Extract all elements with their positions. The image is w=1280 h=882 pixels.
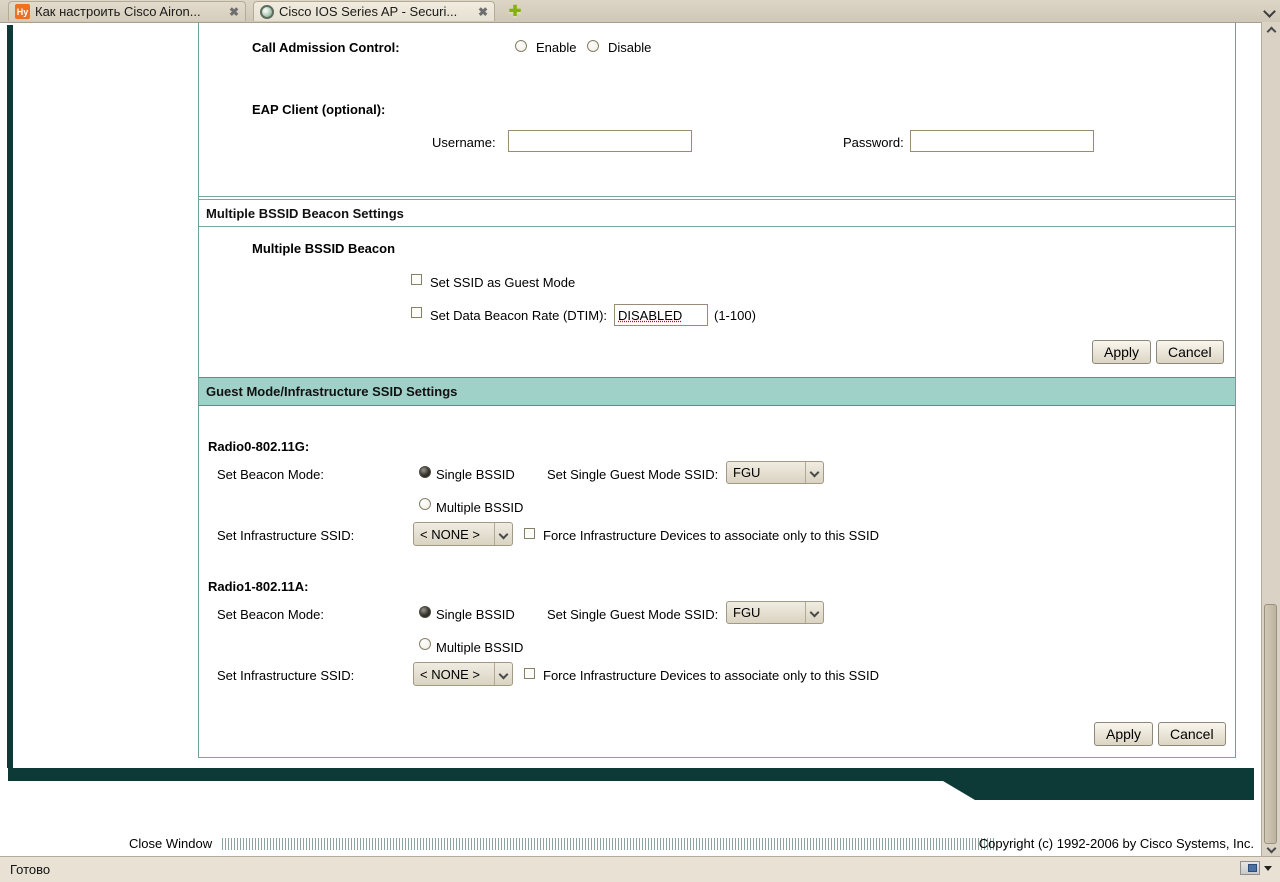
chevron-up-icon [1266,26,1276,37]
tab-overflow-button[interactable] [1260,3,1278,19]
dtim-range-hint: (1-100) [714,308,756,323]
infrastructure-ssid-select[interactable]: < NONE > [413,662,513,686]
vertical-scrollbar[interactable] [1261,22,1280,856]
guest-ssid-label: Set Single Guest Mode SSID: [547,467,719,482]
panel-border-bottom [198,757,1236,758]
password-label: Password: [843,135,904,150]
scrollbar-thumb[interactable] [1264,604,1277,844]
multiple-bssid-label: Multiple BSSID [436,500,524,515]
apply-button[interactable]: Apply [1094,722,1154,746]
guest-mode-checkbox[interactable] [411,274,422,285]
tab-cisco-active[interactable]: Cisco IOS Series AP - Securi... ✖ [253,1,495,21]
enable-label: Enable [536,40,577,55]
cisco-favicon-icon [260,4,274,19]
guest-ssid-label: Set Single Guest Mode SSID: [547,607,719,622]
cancel-button[interactable]: Cancel [1156,340,1224,364]
single-bssid-label: Single BSSID [436,467,515,482]
multiple-bssid-radio[interactable] [419,498,431,510]
force-infrastructure-checkbox[interactable] [524,528,535,539]
close-window-link[interactable]: Close Window [129,836,212,851]
cisco-footer-accent-bar [8,768,1254,800]
eap-client-label: EAP Client (optional): [252,102,386,117]
panel-border-right [1235,22,1236,758]
guest-mode-section-header: Guest Mode/Infrastructure SSID Settings [199,377,1235,406]
guest-mode-checkbox-label: Set SSID as Guest Mode [430,275,576,290]
section-title: Guest Mode/Infrastructure SSID Settings [206,384,458,399]
status-bar: Готово [0,856,1280,882]
tab-title: Как настроить Cisco Airon... [35,4,201,19]
disable-radio[interactable] [587,40,599,52]
status-text: Готово [10,862,51,877]
dtim-rate-field[interactable] [614,304,708,326]
password-field[interactable] [910,130,1094,152]
image-placeholder-icon[interactable] [1240,861,1260,875]
disable-label: Disable [608,40,652,55]
force-infrastructure-checkbox[interactable] [524,668,535,679]
selected-option: FGU [733,605,761,620]
username-label: Username: [432,135,496,150]
plus-icon: ✚ [508,3,522,20]
tab-bar: Hy Как настроить Cisco Airon... ✖ Cisco … [0,0,1280,23]
radio0-title: Radio0-802.11G: [208,439,310,454]
force-infrastructure-label: Force Infrastructure Devices to associat… [543,528,879,543]
single-bssid-label: Single BSSID [436,607,515,622]
bssid-beacon-section-header: Multiple BSSID Beacon Settings [199,199,1235,227]
browser-window: Hy Как настроить Cisco Airon... ✖ Cisco … [0,0,1280,882]
footer-stripes-divider [222,838,994,850]
chevron-down-icon [495,523,512,545]
multiple-bssid-beacon-title: Multiple BSSID Beacon [252,241,396,256]
enable-radio[interactable] [515,40,527,52]
chevron-down-icon [1262,4,1276,18]
cancel-button[interactable]: Cancel [1158,722,1226,746]
infrastructure-ssid-select[interactable]: < NONE > [413,522,513,546]
infrastructure-ssid-label: Set Infrastructure SSID: [217,528,355,543]
scroll-down-button[interactable] [1262,841,1280,856]
call-admission-label: Call Admission Control: [252,40,400,55]
tab-title: Cisco IOS Series AP - Securi... [279,4,458,19]
close-tab-icon[interactable]: ✖ [229,6,239,18]
multiple-bssid-radio[interactable] [419,638,431,650]
copyright-text: Copyright (c) 1992-2006 by Cisco Systems… [978,836,1254,851]
chevron-down-icon [806,602,823,623]
username-field[interactable] [508,130,692,152]
resize-triangle-icon [1264,866,1272,871]
section-divider [199,196,1235,197]
selected-option: < NONE > [420,666,480,682]
multiple-bssid-label: Multiple BSSID [436,640,524,655]
scroll-up-button[interactable] [1262,24,1280,39]
chevron-down-icon [495,663,512,685]
guest-ssid-select[interactable]: FGU [726,461,824,484]
beacon-mode-label: Set Beacon Mode: [217,607,324,622]
single-bssid-radio[interactable] [419,466,431,478]
radio1-title: Radio1-802.11A: [208,579,309,594]
force-infrastructure-label: Force Infrastructure Devices to associat… [543,668,879,683]
tab-habr[interactable]: Hy Как настроить Cisco Airon... ✖ [8,1,246,21]
chevron-down-icon [1266,843,1276,854]
guest-ssid-select[interactable]: FGU [726,601,824,624]
close-tab-icon[interactable]: ✖ [478,6,488,18]
selected-option: FGU [733,465,761,480]
selected-option: < NONE > [420,526,480,542]
beacon-mode-label: Set Beacon Mode: [217,467,324,482]
habr-favicon-icon: Hy [15,4,30,19]
chevron-down-icon [806,462,823,483]
apply-button[interactable]: Apply [1092,340,1152,364]
section-title: Multiple BSSID Beacon Settings [206,205,404,221]
single-bssid-radio[interactable] [419,606,431,618]
new-tab-button[interactable]: ✚ [505,2,525,20]
infrastructure-ssid-label: Set Infrastructure SSID: [217,668,355,683]
page-left-accent-bar [7,25,13,768]
dtim-checkbox-label: Set Data Beacon Rate (DTIM): [430,308,608,323]
dtim-checkbox[interactable] [411,307,422,318]
